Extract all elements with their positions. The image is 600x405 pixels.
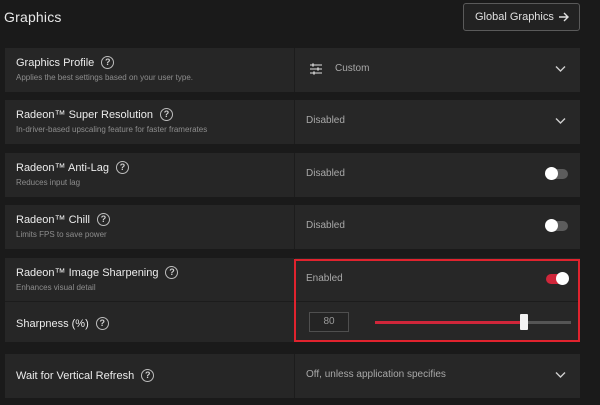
image-sharpening-subtitle: Enhances visual detail bbox=[16, 283, 96, 292]
image-sharpening-control: Enabled bbox=[294, 258, 580, 302]
super-resolution-dropdown[interactable]: Disabled bbox=[294, 100, 580, 144]
image-sharpening-toggle[interactable] bbox=[546, 272, 569, 285]
slider-fill bbox=[375, 321, 524, 324]
chill-title: Radeon™ Chill ? bbox=[16, 213, 110, 226]
chill-subtitle: Limits FPS to save power bbox=[16, 230, 107, 239]
chill-toggle[interactable] bbox=[545, 219, 568, 232]
sharpness-control: 80 bbox=[294, 302, 580, 342]
help-icon[interactable]: ? bbox=[95, 317, 109, 330]
chill-title-text: Radeon™ Chill bbox=[16, 213, 90, 226]
image-sharpening-title: Radeon™ Image Sharpening ? bbox=[16, 266, 179, 279]
help-icon[interactable]: ? bbox=[96, 213, 110, 226]
anti-lag-value: Disabled bbox=[306, 168, 345, 179]
graphics-profile-title-text: Graphics Profile bbox=[16, 56, 95, 69]
anti-lag-title-text: Radeon™ Anti-Lag bbox=[16, 161, 109, 174]
chevron-down-icon bbox=[555, 372, 566, 378]
image-sharpening-value: Enabled bbox=[306, 273, 343, 284]
toggle-knob bbox=[556, 272, 569, 285]
super-resolution-title: Radeon™ Super Resolution ? bbox=[16, 108, 173, 121]
toggle-knob bbox=[545, 167, 558, 180]
vsync-label-area: Wait for Vertical Refresh ? bbox=[5, 354, 293, 398]
page-title: Graphics bbox=[4, 9, 62, 25]
help-icon[interactable]: ? bbox=[115, 161, 129, 174]
help-icon[interactable]: ? bbox=[141, 369, 155, 382]
slider-thumb[interactable] bbox=[520, 314, 528, 330]
sharpness-label-area: Sharpness (%) ? bbox=[5, 302, 293, 342]
toggle-knob bbox=[545, 219, 558, 232]
anti-lag-title: Radeon™ Anti-Lag ? bbox=[16, 161, 129, 174]
chevron-down-icon bbox=[555, 118, 566, 124]
graphics-profile-label-area: Graphics Profile ? Applies the best sett… bbox=[5, 48, 293, 92]
vsync-title: Wait for Vertical Refresh ? bbox=[16, 369, 155, 382]
image-sharpening-label-area: Radeon™ Image Sharpening ? Enhances visu… bbox=[5, 258, 293, 302]
help-icon[interactable]: ? bbox=[159, 108, 173, 121]
anti-lag-label-area: Radeon™ Anti-Lag ? Reduces input lag bbox=[5, 153, 293, 197]
vsync-value: Off, unless application specifies bbox=[306, 369, 446, 380]
arrow-right-icon bbox=[559, 12, 569, 22]
sharpness-slider[interactable] bbox=[375, 314, 571, 330]
chill-value: Disabled bbox=[306, 220, 345, 231]
chill-row: Radeon™ Chill ? Limits FPS to save power… bbox=[5, 205, 580, 249]
graphics-profile-subtitle: Applies the best settings based on your … bbox=[16, 73, 193, 82]
anti-lag-subtitle: Reduces input lag bbox=[16, 178, 81, 187]
super-resolution-label-area: Radeon™ Super Resolution ? In-driver-bas… bbox=[5, 100, 293, 144]
anti-lag-row: Radeon™ Anti-Lag ? Reduces input lag Dis… bbox=[5, 153, 580, 197]
chill-control: Disabled bbox=[294, 205, 580, 249]
super-resolution-title-text: Radeon™ Super Resolution bbox=[16, 108, 153, 121]
sharpness-title-text: Sharpness (%) bbox=[16, 317, 89, 330]
anti-lag-control: Disabled bbox=[294, 153, 580, 197]
vsync-row: Wait for Vertical Refresh ? Off, unless … bbox=[5, 354, 580, 398]
super-resolution-row: Radeon™ Super Resolution ? In-driver-bas… bbox=[5, 100, 580, 144]
graphics-profile-row: Graphics Profile ? Applies the best sett… bbox=[5, 48, 580, 92]
sharpness-value-input[interactable]: 80 bbox=[309, 312, 349, 332]
global-graphics-button[interactable]: Global Graphics bbox=[463, 3, 580, 31]
super-resolution-subtitle: In-driver-based upscaling feature for fa… bbox=[16, 125, 208, 134]
image-sharpening-row: Radeon™ Image Sharpening ? Enhances visu… bbox=[5, 258, 580, 302]
global-graphics-label: Global Graphics bbox=[475, 11, 554, 23]
vsync-title-text: Wait for Vertical Refresh bbox=[16, 369, 135, 382]
anti-lag-toggle[interactable] bbox=[545, 167, 568, 180]
chill-label-area: Radeon™ Chill ? Limits FPS to save power bbox=[5, 205, 293, 249]
sliders-icon bbox=[310, 63, 322, 75]
help-icon[interactable]: ? bbox=[101, 56, 115, 69]
graphics-profile-value: Custom bbox=[335, 63, 370, 74]
vsync-dropdown[interactable]: Off, unless application specifies bbox=[294, 354, 580, 398]
graphics-profile-dropdown[interactable]: Custom bbox=[294, 48, 580, 92]
sharpness-row: Sharpness (%) ? 80 bbox=[5, 301, 580, 342]
chevron-down-icon bbox=[555, 66, 566, 72]
graphics-profile-title: Graphics Profile ? bbox=[16, 56, 115, 69]
super-resolution-value: Disabled bbox=[306, 115, 345, 126]
image-sharpening-title-text: Radeon™ Image Sharpening bbox=[16, 266, 159, 279]
help-icon[interactable]: ? bbox=[165, 266, 179, 279]
sharpness-title: Sharpness (%) ? bbox=[16, 317, 109, 330]
